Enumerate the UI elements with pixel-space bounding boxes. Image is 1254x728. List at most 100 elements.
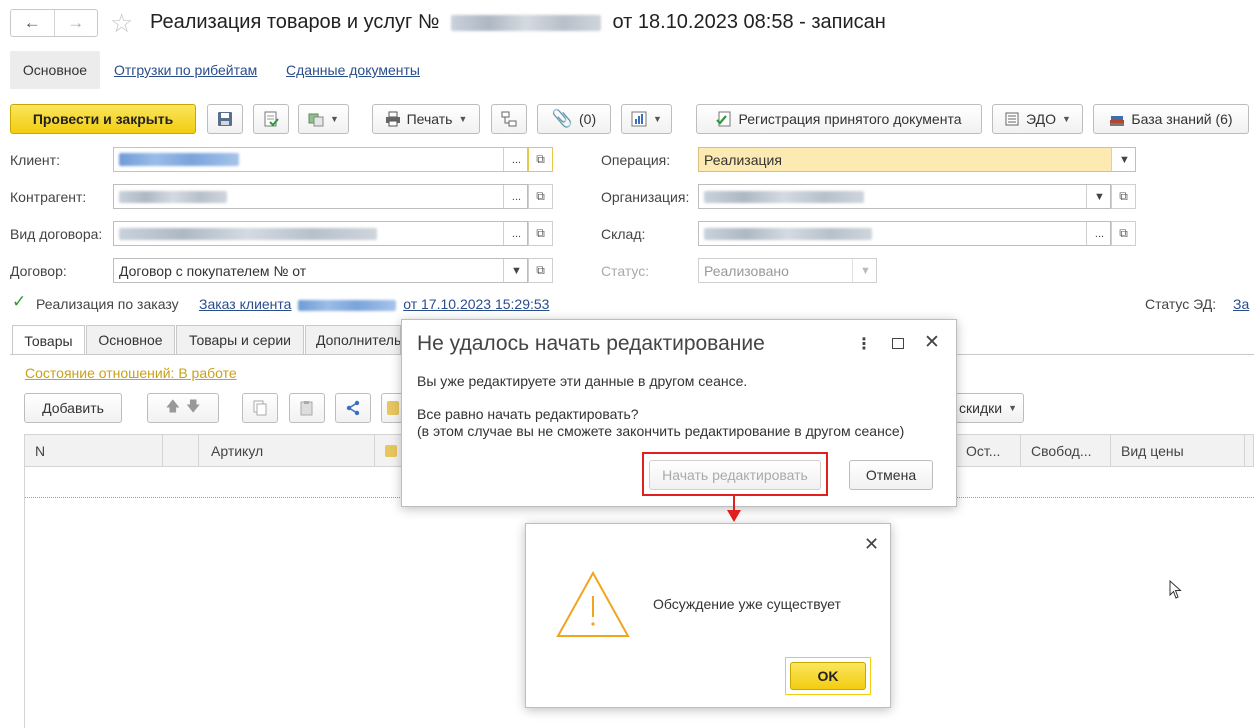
client-field[interactable]: ...	[113, 147, 528, 172]
dialog-message-3: (в этом случае вы не сможете закончить р…	[417, 423, 905, 439]
order-checkbox-label: Реализация по заказу	[36, 296, 179, 312]
select-button[interactable]: ...	[503, 148, 527, 171]
order-link[interactable]: Заказ клиента от 17.10.2023 15:29:53	[199, 296, 549, 312]
tab-goods-series[interactable]: Товары и серии	[176, 325, 304, 354]
open-contract-kind-button[interactable]: ⧉	[528, 221, 553, 246]
order-link-suffix: от 17.10.2023 15:29:53	[403, 296, 550, 312]
redacted-warehouse	[704, 227, 872, 240]
paste-button[interactable]	[289, 393, 325, 423]
ed-status-link[interactable]: За	[1233, 296, 1249, 312]
redacted-organization	[704, 190, 864, 203]
title-prefix: Реализация товаров и услуг №	[150, 11, 440, 33]
warehouse-field[interactable]: ...	[698, 221, 1111, 246]
register-doc-icon	[716, 111, 731, 127]
col-price-type[interactable]: Вид цены	[1111, 435, 1245, 466]
tab-submitted-docs[interactable]: Сданные документы	[286, 62, 420, 78]
add-button[interactable]: Добавить	[24, 393, 122, 423]
attachments-count: (0)	[579, 111, 597, 127]
chevron-down-icon: ▼	[330, 114, 339, 124]
contract-label: Договор:	[10, 263, 67, 279]
close-icon[interactable]: ✕	[864, 534, 879, 555]
col-free[interactable]: Свобод...	[1021, 435, 1111, 466]
nav-buttons: ← →	[10, 9, 98, 37]
favorite-star-icon[interactable]: ☆	[110, 9, 133, 37]
report-chart-icon	[631, 111, 647, 127]
books-icon	[1110, 116, 1125, 126]
register-received-doc-button[interactable]: Регистрация принятого документа	[696, 104, 982, 134]
contract-field[interactable]: Договор с покупателем № от ▼	[113, 258, 528, 283]
relations-status-link[interactable]: Состояние отношений: В работе	[25, 365, 237, 381]
tab-goods[interactable]: Товары	[12, 325, 85, 355]
post-button[interactable]	[253, 104, 289, 134]
more-vertical-icon[interactable]: ⋮	[856, 334, 872, 354]
warehouse-label: Склад:	[601, 226, 646, 242]
app-window: ← → ☆ Реализация товаров и услуг № от 18…	[0, 0, 1254, 728]
checkmark-icon[interactable]: ✓	[12, 293, 28, 310]
share-icon	[346, 400, 360, 416]
tab-additional[interactable]: Дополнитель	[305, 325, 401, 354]
back-arrow-icon[interactable]: ←	[11, 10, 54, 36]
order-link-prefix: Заказ клиента	[199, 296, 292, 312]
save-button[interactable]	[207, 104, 243, 134]
dialog-message-1: Вы уже редактируете эти данные в другом …	[417, 373, 748, 389]
tab-rebate-shipments[interactable]: Отгрузки по рибейтам	[114, 62, 257, 78]
structure-button[interactable]	[491, 104, 527, 134]
forward-arrow-icon[interactable]: →	[53, 10, 98, 36]
post-and-close-button[interactable]: Провести и закрыть	[10, 104, 196, 134]
structure-icon	[501, 111, 517, 127]
maximize-icon[interactable]	[892, 338, 904, 349]
open-organization-button[interactable]: ⧉	[1111, 184, 1136, 209]
dropdown-button[interactable]: ▼	[503, 259, 527, 282]
attachments-button[interactable]: 📎 (0)	[537, 104, 611, 134]
document-post-icon	[264, 111, 279, 127]
start-editing-button[interactable]: Начать редактировать	[649, 460, 821, 490]
arrow-up-icon[interactable]: 🡅	[166, 396, 180, 420]
discounts-button[interactable]: скидки ▼	[952, 393, 1024, 423]
col-stock[interactable]: Ост...	[955, 435, 1021, 466]
open-contract-button[interactable]: ⧉	[528, 258, 553, 283]
redacted-client	[119, 153, 239, 166]
close-icon[interactable]: ✕	[924, 331, 940, 354]
copy-button[interactable]	[242, 393, 278, 423]
dropdown-button: ▼	[852, 259, 876, 282]
print-label: Печать	[406, 111, 453, 127]
arrow-down-icon[interactable]: 🡇	[186, 396, 200, 420]
knowledge-base-button[interactable]: База знаний (6)	[1093, 104, 1249, 134]
organization-label: Организация:	[601, 189, 690, 205]
col-flag[interactable]	[163, 435, 199, 466]
counterparty-field[interactable]: ...	[113, 184, 528, 209]
dropdown-button[interactable]: ▼	[1111, 148, 1135, 171]
status-field: Реализовано ▼	[698, 258, 877, 283]
tab-main[interactable]: Основное	[10, 51, 100, 89]
open-counterparty-button[interactable]: ⧉	[528, 184, 553, 209]
col-icon[interactable]	[375, 435, 401, 466]
col-article[interactable]: Артикул	[199, 435, 375, 466]
edo-icon	[1005, 112, 1019, 126]
operation-field[interactable]: Реализация ▼	[698, 147, 1136, 172]
select-button[interactable]: ...	[503, 222, 527, 245]
dialog-message-2: Все равно начать редактировать?	[417, 406, 639, 422]
operation-label: Операция:	[601, 152, 671, 168]
select-button[interactable]: ...	[503, 185, 527, 208]
open-warehouse-button[interactable]: ⧉	[1111, 221, 1136, 246]
edo-button[interactable]: ЭДО ▼	[992, 104, 1083, 134]
fill-button[interactable]	[381, 393, 403, 423]
counterparty-label: Контрагент:	[10, 189, 87, 205]
select-button[interactable]: ...	[1086, 222, 1110, 245]
contract-kind-field[interactable]: ...	[113, 221, 528, 246]
organization-field[interactable]: ▼	[698, 184, 1111, 209]
ok-button[interactable]: OK	[790, 662, 866, 690]
dropdown-button[interactable]: ▼	[1086, 185, 1110, 208]
open-client-button[interactable]: ⧉	[528, 147, 553, 172]
warning-triangle-icon	[556, 570, 630, 637]
create-based-on-button[interactable]: ▼	[298, 104, 349, 134]
col-number[interactable]: N	[25, 435, 163, 466]
tab-main-lower[interactable]: Основное	[86, 325, 175, 354]
printer-icon	[385, 111, 400, 127]
cancel-button[interactable]: Отмена	[849, 460, 933, 490]
column-icon	[385, 444, 397, 457]
share-button[interactable]	[335, 393, 371, 423]
reports-button[interactable]: ▼	[621, 104, 672, 134]
move-buttons[interactable]: 🡅 🡇	[147, 393, 219, 423]
print-button[interactable]: Печать ▼	[372, 104, 480, 134]
